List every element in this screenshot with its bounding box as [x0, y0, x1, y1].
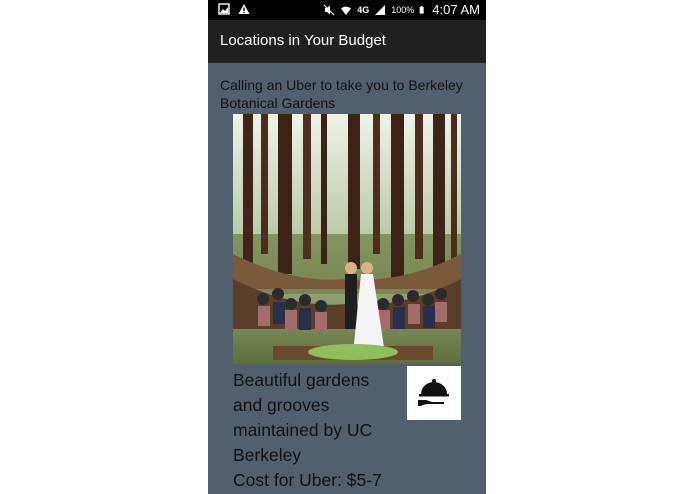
battery-percent: 100% [391, 4, 415, 15]
battery-icon [419, 5, 424, 14]
image-notification-icon [218, 3, 230, 15]
signal-icon [375, 4, 386, 15]
app-bar-title: Locations in Your Budget [220, 32, 386, 49]
serving-cloche-icon [418, 379, 449, 406]
location-description: Beautiful gardens and grooves maintained… [233, 368, 403, 493]
network-label: 4G [357, 4, 370, 15]
phone-screen: 4G 100% 4:07 AM Locations in Your Budget… [208, 0, 486, 494]
forest-wedding-photo-icon [233, 114, 461, 364]
app-bar: Locations in Your Budget [208, 20, 486, 63]
description-text: Beautiful gardens and grooves maintained… [233, 370, 373, 465]
location-photo [233, 114, 461, 364]
warning-icon [238, 4, 250, 14]
food-service-button[interactable] [407, 366, 461, 420]
uber-cost-text: Cost for Uber: $5-7 [233, 470, 382, 490]
mute-icon [323, 4, 335, 15]
wifi-icon [341, 6, 352, 15]
status-bar: 4G 100% 4:07 AM [208, 0, 486, 20]
destination-heading: Calling an Uber to take you to Berkeley … [220, 77, 463, 111]
status-time: 4:07 AM [432, 2, 480, 17]
